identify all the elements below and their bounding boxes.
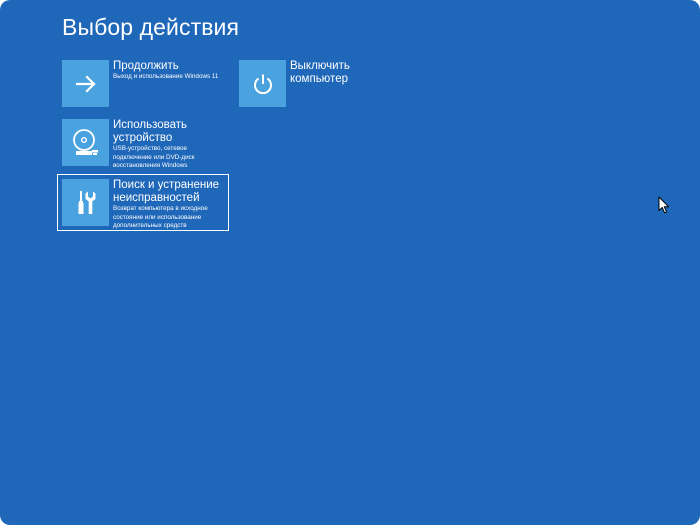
disc-drive-icon — [72, 128, 98, 155]
option-use-device-desc-line-2: подключение или DVD-диск — [113, 153, 195, 161]
power-icon — [253, 74, 272, 94]
option-continue-desc: Выход и использование Windows 11 — [113, 73, 219, 80]
option-use-device-desc-line-1: USB-устройство, сетевое — [113, 145, 188, 152]
option-continue[interactable]: Продолжить Выход и использование Windows… — [62, 60, 232, 108]
option-use-device-title-line-2: устройство — [113, 131, 173, 144]
option-use-device-title-line-1: Использовать — [113, 119, 188, 131]
option-troubleshoot-title-line-2: неисправностей — [113, 191, 200, 204]
option-continue-icon-box — [62, 60, 109, 107]
option-troubleshoot-title-line-1: Поиск и устранение — [113, 179, 220, 191]
option-troubleshoot-desc-line-1: Возврат компьютера в исходное — [113, 205, 208, 212]
page-title: Выбор действия — [62, 14, 240, 40]
option-use-device-desc-line-3: восстановления Windows — [113, 162, 188, 170]
option-continue-title: Продолжить — [113, 60, 179, 72]
option-shutdown-title-line-2: компьютер — [290, 73, 348, 85]
option-shutdown[interactable]: Выключить компьютер — [239, 60, 409, 108]
option-use-device-icon-box — [62, 119, 109, 166]
arrow-right-icon — [75, 74, 96, 93]
option-troubleshoot-desc-line-3: дополнительных средств — [113, 222, 187, 230]
tools-icon — [78, 190, 95, 214]
recovery-screen: Выбор действия Продолжить Выход и исполь… — [0, 0, 700, 525]
option-troubleshoot-icon-box — [62, 179, 109, 226]
option-shutdown-title-line-1: Выключить — [290, 60, 350, 72]
option-use-device[interactable]: Использовать устройство USB-устройство, … — [62, 119, 232, 171]
mouse-pointer-icon — [658, 196, 670, 214]
option-troubleshoot[interactable]: Поиск и устранение неисправностей Возвра… — [57, 174, 229, 231]
option-troubleshoot-desc-line-2: состояние или использование — [113, 213, 202, 221]
option-shutdown-icon-box — [239, 60, 286, 107]
